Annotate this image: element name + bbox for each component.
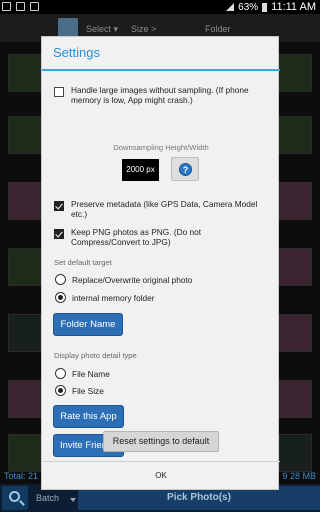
handle-large-option[interactable]: Handle large images without sampling. (I… [54, 85, 270, 105]
folder-menu[interactable]: Folder [205, 24, 231, 34]
photo-thumbnail[interactable] [279, 434, 312, 472]
signal-icon [226, 3, 235, 11]
status-right: 63% 11:11 AM [226, 1, 316, 13]
photo-notification-icon [30, 2, 39, 11]
sync-notification-icon [16, 2, 25, 11]
target-option-internal[interactable]: internal memory folder [55, 292, 155, 303]
settings-dialog: Settings Handle large images without sam… [41, 36, 280, 490]
help-button[interactable]: ? [171, 157, 199, 181]
photo-thumbnail[interactable] [279, 380, 312, 418]
search-button[interactable] [2, 486, 28, 510]
app-logo-icon [58, 18, 78, 38]
file-size-label: File Size [72, 385, 104, 396]
help-icon: ? [179, 163, 192, 176]
notification-icons [2, 2, 39, 11]
target-option-overwrite[interactable]: Replace/Overwrite original photo [55, 274, 192, 285]
total-size: 9 28 MB [282, 471, 316, 481]
dialog-title: Settings [53, 45, 100, 60]
preserve-metadata-checkbox[interactable] [54, 201, 64, 211]
clock: 11:11 AM [271, 1, 316, 13]
internal-folder-radio[interactable] [55, 292, 66, 303]
photo-thumbnail[interactable] [279, 248, 312, 286]
downsampling-value[interactable]: 2000 px [122, 159, 159, 181]
photo-thumbnail[interactable] [279, 182, 312, 220]
overwrite-radio[interactable] [55, 274, 66, 285]
battery-icon [262, 2, 268, 12]
reset-settings-button[interactable]: Reset settings to default [103, 431, 219, 452]
detail-type-caption: Display photo detail type [54, 351, 137, 360]
status-bar: 63% 11:11 AM [0, 0, 320, 14]
internal-folder-label: internal memory folder [72, 292, 155, 303]
file-size-radio[interactable] [55, 385, 66, 396]
photo-thumbnail[interactable] [279, 314, 312, 352]
photo-thumbnail[interactable] [8, 380, 41, 418]
detail-option-filename[interactable]: File Name [55, 368, 110, 379]
photo-thumbnail[interactable] [8, 116, 41, 154]
file-name-radio[interactable] [55, 368, 66, 379]
handle-large-checkbox[interactable] [54, 87, 64, 97]
photo-thumbnail[interactable] [279, 116, 312, 154]
preserve-metadata-option[interactable]: Preserve metadata (like GPS Data, Camera… [54, 199, 270, 219]
preserve-metadata-label: Preserve metadata (like GPS Data, Camera… [71, 199, 258, 219]
handle-large-label: Handle large images without sampling. (I… [71, 85, 249, 105]
photo-thumbnail[interactable] [8, 54, 41, 92]
file-name-label: File Name [72, 368, 110, 379]
select-menu[interactable]: Select ▾ [86, 24, 118, 35]
detail-option-filesize[interactable]: File Size [55, 385, 104, 396]
total-count: Total: 21 [4, 471, 39, 481]
overwrite-label: Replace/Overwrite original photo [72, 274, 193, 285]
batch-dropdown[interactable]: Batch [36, 493, 59, 503]
chevron-down-icon [70, 498, 76, 502]
downsampling-caption: Downsampling Height/Width [113, 143, 209, 152]
battery-percent: 63% [238, 1, 259, 13]
folder-name-button[interactable]: Folder Name [53, 313, 123, 336]
search-icon [9, 491, 20, 502]
photo-thumbnail[interactable] [279, 54, 312, 92]
keep-png-checkbox[interactable] [54, 229, 64, 239]
photo-thumbnail[interactable] [8, 434, 41, 472]
size-menu[interactable]: Size > [131, 24, 156, 34]
ok-button[interactable]: OK [42, 462, 280, 490]
default-target-caption: Set default target [54, 258, 112, 267]
photo-thumbnail[interactable] [8, 182, 41, 220]
keep-png-option[interactable]: Keep PNG photos as PNG. (Do not Compress… [54, 227, 270, 247]
screen: 63% 11:11 AM Select ▾ Size > Folder Tota… [0, 0, 320, 512]
photo-thumbnail[interactable] [8, 248, 41, 286]
image-notification-icon [2, 2, 11, 11]
dialog-body: Handle large images without sampling. (I… [42, 71, 280, 458]
keep-png-label: Keep PNG photos as PNG. (Do not Compress… [71, 227, 202, 247]
photo-thumbnail[interactable] [8, 314, 41, 352]
rate-app-button[interactable]: Rate this App [53, 405, 124, 428]
